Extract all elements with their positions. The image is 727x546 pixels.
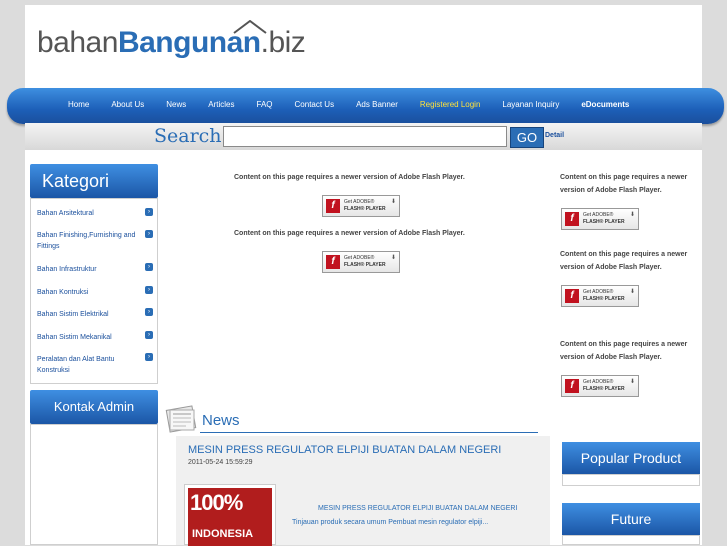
flash-button-line1: Get ADOBE® bbox=[344, 255, 375, 261]
kategori-list: Bahan Arsitektural › Bahan Finishing,Fur… bbox=[30, 198, 158, 384]
chevron-right-icon[interactable]: › bbox=[145, 208, 153, 216]
kontak-admin-heading: Kontak Admin bbox=[30, 390, 158, 424]
nav-edocuments[interactable]: eDocuments bbox=[570, 100, 640, 109]
news-heading: News bbox=[202, 412, 240, 429]
get-flash-player-button[interactable]: f Get ADOBE® FLASH® PLAYER ⬇ bbox=[322, 251, 400, 273]
flash-message: Content on this page requires a newer ve… bbox=[560, 174, 688, 194]
flash-message: Content on this page requires a newer ve… bbox=[234, 174, 465, 181]
flash-button-line2: FLASH® PLAYER bbox=[344, 206, 386, 212]
flash-icon: f bbox=[326, 255, 340, 269]
chevron-right-icon[interactable]: › bbox=[145, 286, 153, 294]
download-icon: ⬇ bbox=[629, 289, 635, 295]
chevron-right-icon[interactable]: › bbox=[145, 230, 153, 238]
nav-news[interactable]: News bbox=[155, 100, 197, 109]
kategori-item-kontruksi[interactable]: Bahan Kontruksi bbox=[37, 287, 137, 298]
flash-button-line1: Get ADOBE® bbox=[583, 379, 614, 385]
popular-product-heading: Popular Product bbox=[562, 442, 700, 474]
future-heading: Future bbox=[562, 503, 700, 535]
get-flash-player-button[interactable]: f Get ADOBE® FLASH® PLAYER ⬇ bbox=[561, 208, 639, 230]
flash-button-line2: FLASH® PLAYER bbox=[583, 386, 625, 392]
nav-contact-us[interactable]: Contact Us bbox=[284, 100, 346, 109]
kontak-admin-box bbox=[30, 424, 158, 545]
news-article-date: 2011-05-24 15:59:29 bbox=[188, 459, 253, 466]
chevron-right-icon[interactable]: › bbox=[145, 353, 153, 361]
get-flash-player-button[interactable]: f Get ADOBE® FLASH® PLAYER ⬇ bbox=[561, 375, 639, 397]
get-flash-player-button[interactable]: f Get ADOBE® FLASH® PLAYER ⬇ bbox=[561, 285, 639, 307]
flash-button-line1: Get ADOBE® bbox=[344, 199, 375, 205]
flash-icon: f bbox=[565, 379, 579, 393]
get-flash-player-button[interactable]: f Get ADOBE® FLASH® PLAYER ⬇ bbox=[322, 195, 400, 217]
main-navigation: Home About Us News Articles FAQ Contact … bbox=[7, 88, 724, 124]
flash-button-line2: FLASH® PLAYER bbox=[583, 219, 625, 225]
flash-message: Content on this page requires a newer ve… bbox=[560, 341, 688, 361]
search-detail-link[interactable]: Detail bbox=[545, 132, 564, 139]
news-article-title[interactable]: MESIN PRESS REGULATOR ELPIJI BUATAN DALA… bbox=[188, 444, 501, 456]
flash-button-line1: Get ADOBE® bbox=[583, 289, 614, 295]
nav-home[interactable]: Home bbox=[57, 100, 100, 109]
popular-product-box bbox=[562, 474, 700, 486]
logo-part-biz: .biz bbox=[260, 26, 306, 59]
nav-registered-login[interactable]: Registered Login bbox=[409, 100, 491, 109]
flash-button-line2: FLASH® PLAYER bbox=[583, 296, 625, 302]
nav-ads-banner[interactable]: Ads Banner bbox=[345, 100, 409, 109]
thumbnail-text-indonesia: INDONESIA bbox=[192, 528, 254, 540]
nav-layanan-inquiry[interactable]: Layanan Inquiry bbox=[491, 100, 570, 109]
thumbnail-text-percent: 100% bbox=[190, 490, 243, 515]
download-icon: ⬇ bbox=[629, 379, 635, 385]
flash-icon: f bbox=[326, 199, 340, 213]
flash-button-line2: FLASH® PLAYER bbox=[344, 262, 386, 268]
kategori-item-peralatan[interactable]: Peralatan dan Alat Bantu Konstruksi bbox=[37, 354, 137, 376]
nav-articles[interactable]: Articles bbox=[197, 100, 245, 109]
logo-part-bahan: bahan bbox=[37, 26, 118, 59]
nav-about-us[interactable]: About Us bbox=[100, 100, 155, 109]
newspaper-icon bbox=[165, 405, 197, 433]
flash-button-line1: Get ADOBE® bbox=[583, 212, 614, 218]
download-icon: ⬇ bbox=[390, 199, 396, 205]
news-article-thumbnail[interactable]: 100% INDONESIA bbox=[184, 484, 276, 546]
kategori-item-elektrikal[interactable]: Bahan Sistim Elektrikal bbox=[37, 309, 137, 320]
flash-icon: f bbox=[565, 289, 579, 303]
chevron-right-icon[interactable]: › bbox=[145, 263, 153, 271]
chevron-right-icon[interactable]: › bbox=[145, 331, 153, 339]
roof-icon bbox=[233, 20, 267, 34]
download-icon: ⬇ bbox=[629, 212, 635, 218]
nav-faq[interactable]: FAQ bbox=[246, 100, 284, 109]
news-article-heading[interactable]: MESIN PRESS REGULATOR ELPIJI BUATAN DALA… bbox=[318, 505, 517, 512]
flash-message: Content on this page requires a newer ve… bbox=[560, 251, 688, 271]
news-divider bbox=[200, 432, 538, 433]
news-article-excerpt: Tinjauan produk secara umum Pembuat mesi… bbox=[292, 519, 489, 526]
kategori-item-arsitektural[interactable]: Bahan Arsitektural bbox=[37, 208, 137, 219]
kategori-item-infrastruktur[interactable]: Bahan Infrastruktur bbox=[37, 264, 137, 275]
flash-icon: f bbox=[565, 212, 579, 226]
download-icon: ⬇ bbox=[390, 255, 396, 261]
kategori-heading: Kategori bbox=[30, 164, 158, 198]
search-go-button[interactable]: GO bbox=[510, 127, 544, 148]
site-logo[interactable]: bahanBangunan.biz bbox=[37, 20, 306, 60]
future-box bbox=[562, 535, 700, 545]
search-input[interactable] bbox=[223, 126, 507, 147]
flash-message: Content on this page requires a newer ve… bbox=[234, 230, 465, 237]
chevron-right-icon[interactable]: › bbox=[145, 308, 153, 316]
kategori-item-finishing[interactable]: Bahan Finishing,Furnishing and Fittings bbox=[37, 230, 137, 252]
kategori-item-mekanikal[interactable]: Bahan Sistim Mekanikal bbox=[37, 332, 137, 343]
search-label: Search bbox=[154, 125, 222, 147]
